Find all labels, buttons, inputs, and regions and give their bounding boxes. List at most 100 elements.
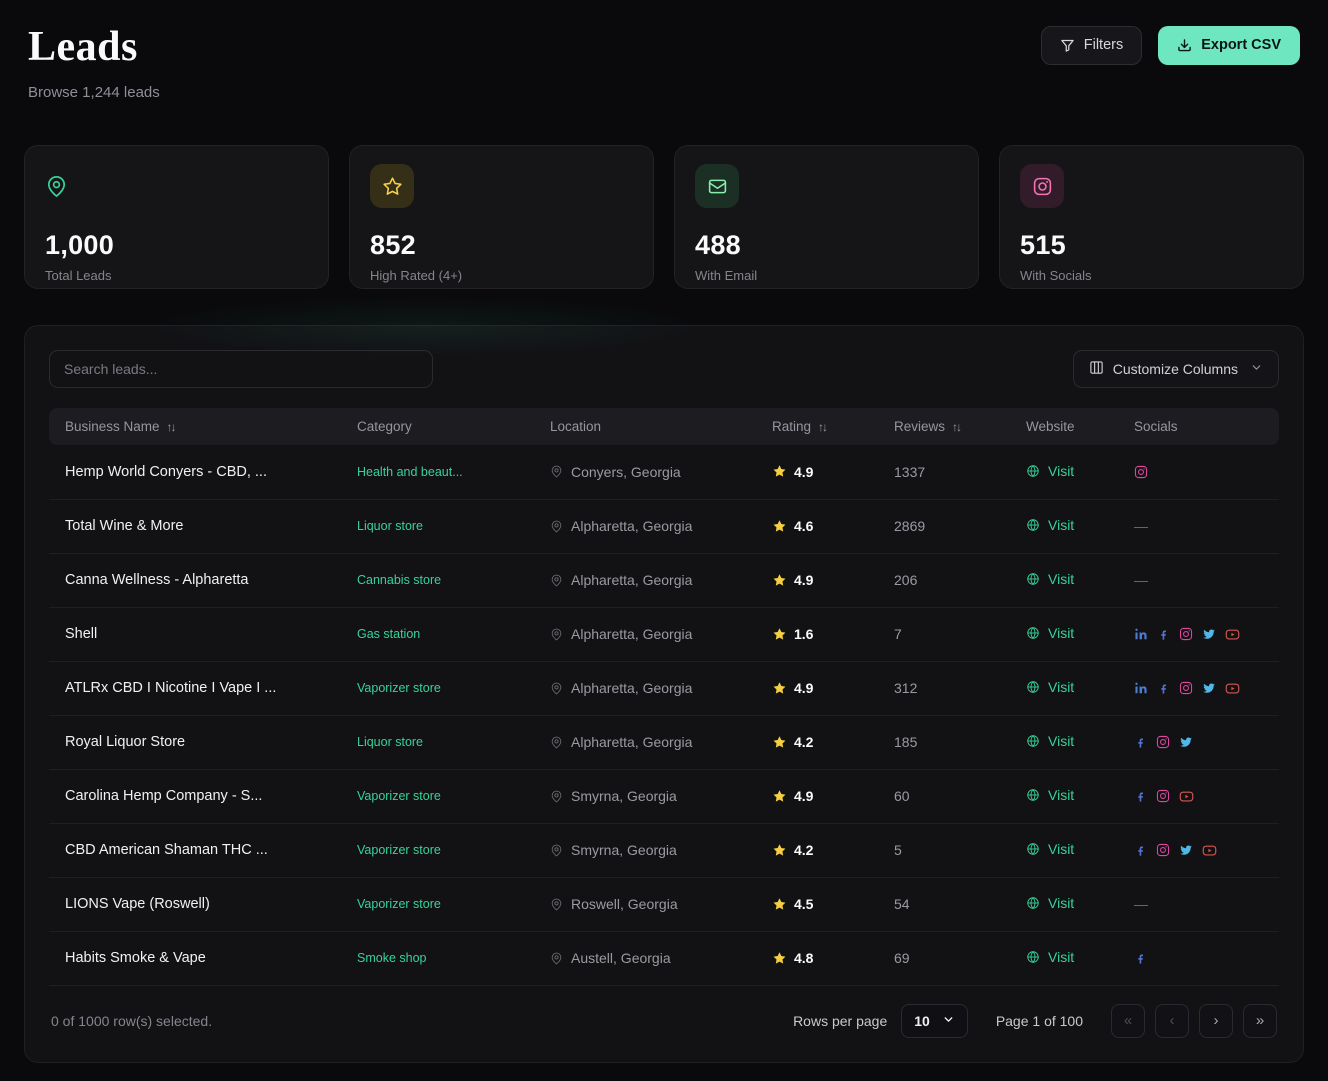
youtube-icon[interactable] [1225, 681, 1240, 696]
stat-card-with-socials: 515 With Socials [999, 145, 1304, 290]
facebook-icon[interactable] [1157, 628, 1170, 641]
rating-cell: 4.8 [756, 931, 878, 986]
visit-label: Visit [1048, 679, 1075, 696]
stat-value: 488 [695, 230, 741, 261]
table-row[interactable]: Habits Smoke & Vape Smoke shop Austell, Ge… [49, 931, 1279, 986]
table-row[interactable]: Carolina Hemp Company - S... Vaporizer st… [49, 769, 1279, 824]
stat-value: 1,000 [45, 230, 115, 261]
instagram-icon[interactable] [1179, 627, 1193, 641]
youtube-icon[interactable] [1202, 843, 1217, 858]
rating-cell: 4.5 [756, 877, 878, 932]
first-page-button[interactable]: « [1111, 1003, 1145, 1038]
table-row[interactable]: Shell Gas station Alpharetta, Georgia 1.6 7 V… [49, 607, 1279, 662]
next-page-button[interactable]: › [1199, 1003, 1233, 1038]
table-row[interactable]: Royal Liquor Store Liquor store Alpharetta… [49, 715, 1279, 770]
location-cell: Conyers, Georgia [534, 445, 756, 500]
visit-link[interactable]: Visit [1026, 679, 1074, 695]
column-header-rating[interactable]: Rating ↑↓ [756, 408, 878, 446]
filters-button[interactable]: Filters [1040, 26, 1143, 65]
table-row[interactable]: ATLRx CBD I Nicotine I Vape I ... Vaporiz… [49, 661, 1279, 716]
visit-link[interactable]: Visit [1026, 517, 1074, 533]
business-name-cell: CBD American Shaman THC ... [49, 823, 341, 878]
reviews-cell: 54 [878, 877, 1010, 932]
youtube-icon[interactable] [1179, 789, 1194, 804]
business-name-cell: Canna Wellness - Alpharetta [49, 553, 341, 608]
export-csv-button[interactable]: Export CSV [1158, 26, 1300, 65]
rows-per-page-label: Rows per page [793, 1012, 888, 1029]
customize-columns-button[interactable]: Customize Columns [1072, 350, 1279, 389]
visit-link[interactable]: Visit [1026, 625, 1074, 641]
facebook-icon[interactable] [1134, 952, 1147, 965]
stat-card-high-rated: 852 High Rated (4+) [349, 145, 654, 290]
location-cell: Smyrna, Georgia [534, 823, 756, 878]
column-header-business-name[interactable]: Business Name ↑↓ [49, 408, 341, 446]
instagram-icon[interactable] [1156, 735, 1170, 749]
globe-icon [1026, 680, 1040, 694]
table-row[interactable]: CBD American Shaman THC ... Vaporizer sto… [49, 823, 1279, 878]
map-pin-icon [550, 898, 563, 911]
location-text: Austell, Georgia [571, 950, 671, 967]
leads-table-card: Customize Columns Business Name ↑↓ Categor… [24, 296, 1304, 1063]
location-cell: Smyrna, Georgia [534, 769, 756, 824]
twitter-icon[interactable] [1202, 681, 1216, 695]
column-header-reviews[interactable]: Reviews ↑↓ [878, 408, 1010, 446]
last-page-button[interactable]: » [1243, 1003, 1277, 1038]
visit-label: Visit [1048, 841, 1075, 858]
stat-value: 852 [370, 230, 416, 261]
column-header-website: Website [1010, 408, 1118, 446]
visit-link[interactable]: Visit [1026, 463, 1074, 479]
instagram-icon[interactable] [1156, 843, 1170, 857]
visit-link[interactable]: Visit [1026, 895, 1074, 911]
location-text: Alpharetta, Georgia [571, 518, 693, 535]
location-cell: Alpharetta, Georgia [534, 553, 756, 608]
visit-link[interactable]: Visit [1026, 787, 1074, 803]
facebook-icon[interactable] [1134, 844, 1147, 857]
instagram-icon[interactable] [1156, 789, 1170, 803]
customize-columns-label: Customize Columns [1112, 361, 1238, 378]
instagram-icon[interactable] [1179, 681, 1193, 695]
visit-link[interactable]: Visit [1026, 733, 1074, 749]
website-cell: Visit [1010, 553, 1118, 608]
stat-label: With Email [695, 268, 758, 284]
socials-cell: — [1118, 553, 1279, 608]
table-row[interactable]: Total Wine & More Liquor store Alpharetta,… [49, 499, 1279, 554]
socials-cell: — [1118, 877, 1279, 932]
location-text: Alpharetta, Georgia [571, 734, 693, 751]
globe-icon [1026, 842, 1040, 856]
search-input[interactable] [49, 350, 433, 389]
website-cell: Visit [1010, 769, 1118, 824]
facebook-icon[interactable] [1134, 790, 1147, 803]
prev-page-button[interactable]: ‹ [1155, 1003, 1189, 1038]
instagram-icon[interactable] [1134, 465, 1148, 479]
linkedin-icon[interactable] [1134, 681, 1148, 695]
star-icon [772, 519, 787, 534]
rating-cell: 4.9 [756, 445, 878, 500]
star-icon [772, 951, 787, 966]
website-cell: Visit [1010, 715, 1118, 770]
website-cell: Visit [1010, 931, 1118, 986]
twitter-icon[interactable] [1179, 735, 1193, 749]
facebook-icon[interactable] [1157, 682, 1170, 695]
table-row[interactable]: LIONS Vape (Roswell) Vaporizer store Roswe… [49, 877, 1279, 932]
visit-label: Visit [1048, 733, 1075, 750]
rating-value: 4.8 [794, 950, 814, 967]
facebook-icon[interactable] [1134, 736, 1147, 749]
reviews-cell: 7 [878, 607, 1010, 662]
youtube-icon[interactable] [1225, 627, 1240, 642]
linkedin-icon[interactable] [1134, 627, 1148, 641]
rating-value: 4.9 [794, 463, 814, 480]
visit-label: Visit [1048, 949, 1075, 966]
visit-link[interactable]: Visit [1026, 949, 1074, 965]
table-row[interactable]: Canna Wellness - Alpharetta Cannabis stor… [49, 553, 1279, 608]
visit-link[interactable]: Visit [1026, 571, 1074, 587]
rows-per-page-select[interactable]: 10 [901, 1003, 968, 1038]
business-name-cell: Royal Liquor Store [49, 715, 341, 770]
twitter-icon[interactable] [1179, 843, 1193, 857]
table-row[interactable]: Hemp World Conyers - CBD, ... Health and … [49, 445, 1279, 500]
visit-link[interactable]: Visit [1026, 841, 1074, 857]
category-cell: Vaporizer store [341, 661, 534, 716]
website-cell: Visit [1010, 499, 1118, 554]
map-pin-icon [550, 790, 563, 803]
twitter-icon[interactable] [1202, 627, 1216, 641]
no-socials-dash: — [1134, 572, 1148, 589]
